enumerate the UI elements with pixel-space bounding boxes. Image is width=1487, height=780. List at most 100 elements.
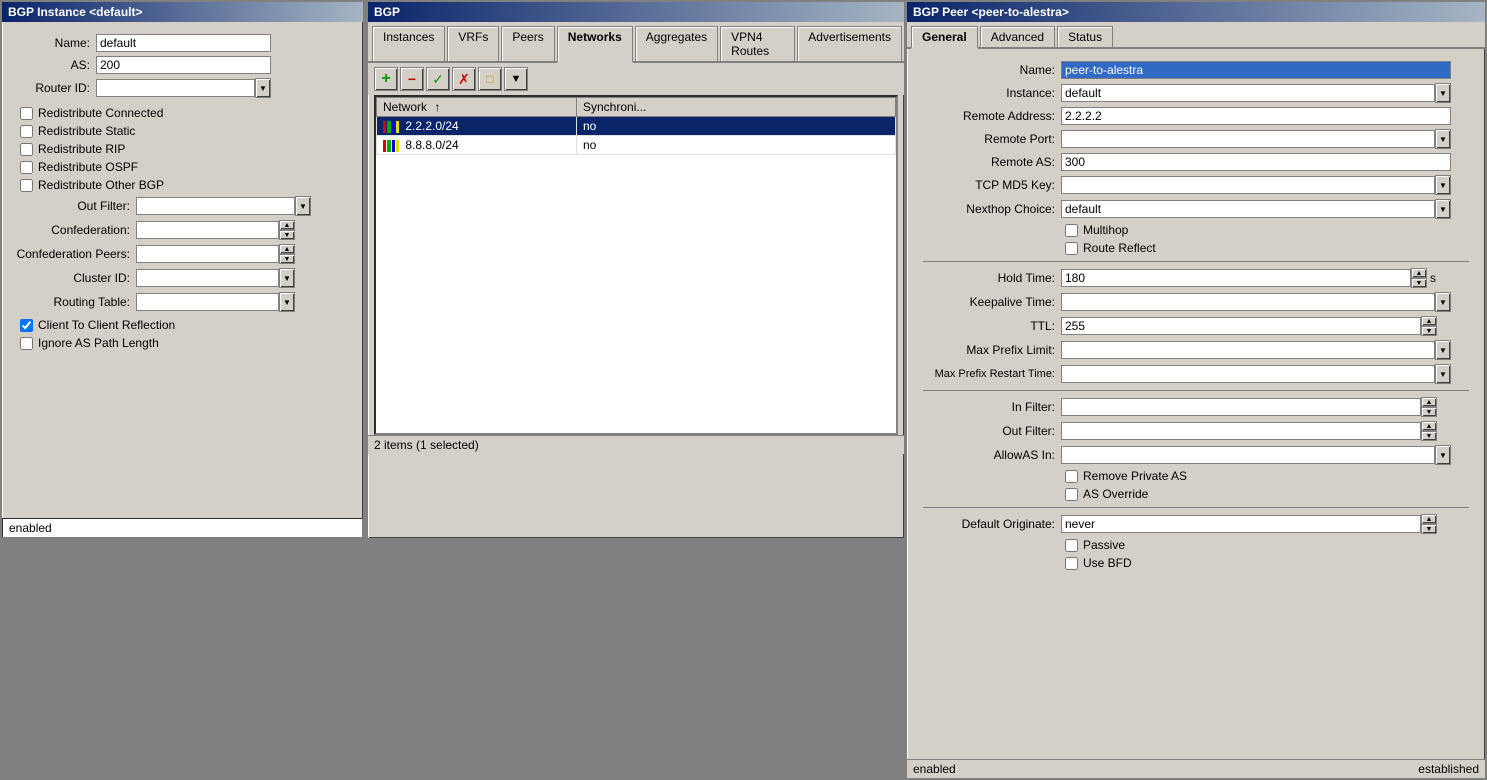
redistribute-rip-checkbox[interactable] xyxy=(20,143,33,156)
tab-instances[interactable]: Instances xyxy=(372,26,445,61)
remote-port-input[interactable] xyxy=(1061,130,1435,148)
client-reflection-checkbox[interactable] xyxy=(20,319,33,332)
router-id-input[interactable] xyxy=(96,79,255,97)
confederation-input[interactable] xyxy=(136,221,279,239)
table-row[interactable]: 8.8.8.0/24 no xyxy=(377,136,896,155)
nexthop-choice-dropdown[interactable]: ▼ xyxy=(1435,199,1451,219)
tab-peers[interactable]: Peers xyxy=(501,26,554,61)
out-filter-dropdown[interactable]: ▼ xyxy=(295,196,311,216)
default-originate-spin-down[interactable]: ▼ xyxy=(1421,524,1437,534)
hold-time-spin-up[interactable]: ▲ xyxy=(1411,268,1427,278)
ignore-as-path-checkbox[interactable] xyxy=(20,337,33,350)
redistribute-connected-checkbox[interactable] xyxy=(20,107,33,120)
routing-table-input[interactable] xyxy=(136,293,279,311)
max-prefix-input[interactable] xyxy=(1061,341,1435,359)
peer-name-input[interactable] xyxy=(1061,61,1451,79)
keepalive-input[interactable] xyxy=(1061,293,1435,311)
hold-time-input[interactable] xyxy=(1061,269,1411,287)
routing-table-label: Routing Table: xyxy=(10,295,130,309)
hold-time-spin-down[interactable]: ▼ xyxy=(1411,278,1427,288)
tab-vrfs[interactable]: VRFs xyxy=(447,26,499,61)
col-sync[interactable]: Synchroni... xyxy=(577,98,896,117)
redistribute-bgp-checkbox[interactable] xyxy=(20,179,33,192)
hold-time-unit: s xyxy=(1430,271,1436,285)
peer-out-filter-spin-down[interactable]: ▼ xyxy=(1421,431,1437,441)
route-reflect-checkbox[interactable] xyxy=(1065,242,1078,255)
cancel-button[interactable]: ✗ xyxy=(452,67,476,91)
tcp-md5-input[interactable] xyxy=(1061,176,1435,194)
redistribute-ospf-checkbox[interactable] xyxy=(20,161,33,174)
router-id-dropdown[interactable]: ▼ xyxy=(255,78,271,98)
use-bfd-checkbox[interactable] xyxy=(1065,557,1078,570)
apply-button[interactable]: ✓ xyxy=(426,67,450,91)
redistribute-ospf-row: Redistribute OSPF xyxy=(20,160,355,174)
nexthop-choice-input[interactable] xyxy=(1061,200,1435,218)
peer-out-filter-spin-up[interactable]: ▲ xyxy=(1421,421,1437,431)
tcp-md5-dropdown[interactable]: ▼ xyxy=(1435,175,1451,195)
confederation-peers-spin-down[interactable]: ▼ xyxy=(279,254,295,264)
allowas-in-input[interactable] xyxy=(1061,446,1435,464)
sync-value-1: no xyxy=(577,117,896,136)
passive-checkbox[interactable] xyxy=(1065,539,1078,552)
remote-as-input[interactable] xyxy=(1061,153,1451,171)
redistribute-static-label: Redistribute Static xyxy=(38,124,135,138)
confederation-peers-input[interactable] xyxy=(136,245,279,263)
cluster-id-dropdown[interactable]: ▼ xyxy=(279,268,295,288)
bgp-instance-panel: BGP Instance <default> Name: AS: Router … xyxy=(0,0,365,540)
ttl-spin-up[interactable]: ▲ xyxy=(1421,316,1437,326)
as-input[interactable] xyxy=(96,56,271,74)
col-network[interactable]: Network ↑ xyxy=(377,98,577,117)
tab-status[interactable]: Status xyxy=(1057,26,1113,47)
remove-button[interactable]: − xyxy=(400,67,424,91)
default-originate-input[interactable] xyxy=(1061,515,1421,533)
in-filter-spin-up[interactable]: ▲ xyxy=(1421,397,1437,407)
as-override-checkbox[interactable] xyxy=(1065,488,1078,501)
ttl-spin-down[interactable]: ▼ xyxy=(1421,326,1437,336)
route-reflect-label: Route Reflect xyxy=(1083,241,1156,255)
tab-general[interactable]: General xyxy=(911,26,978,49)
name-input[interactable] xyxy=(96,34,271,52)
confederation-peers-spin-up[interactable]: ▲ xyxy=(279,244,295,254)
max-prefix-restart-dropdown[interactable]: ▼ xyxy=(1435,364,1451,384)
instance-dropdown[interactable]: ▼ xyxy=(1435,83,1451,103)
tab-aggregates[interactable]: Aggregates xyxy=(635,26,718,61)
redistribute-bgp-label: Redistribute Other BGP xyxy=(38,178,164,192)
in-filter-input[interactable] xyxy=(1061,398,1421,416)
redistribute-static-checkbox[interactable] xyxy=(20,125,33,138)
networks-table: Network ↑ Synchroni... xyxy=(376,97,896,155)
network-icon-1 xyxy=(383,121,399,133)
as-override-label: AS Override xyxy=(1083,487,1148,501)
confederation-label: Confederation: xyxy=(10,223,130,237)
max-prefix-dropdown[interactable]: ▼ xyxy=(1435,340,1451,360)
copy-button[interactable]: □ xyxy=(478,67,502,91)
tab-advertisements[interactable]: Advertisements xyxy=(797,26,902,61)
ttl-label: TTL: xyxy=(915,319,1055,333)
routing-table-dropdown[interactable]: ▼ xyxy=(279,292,295,312)
tab-vpn4-routes[interactable]: VPN4 Routes xyxy=(720,26,795,61)
redistribute-static-row: Redistribute Static xyxy=(20,124,355,138)
peer-out-filter-input[interactable] xyxy=(1061,422,1421,440)
multihop-row: Multihop xyxy=(1065,223,1477,237)
add-button[interactable]: + xyxy=(374,67,398,91)
max-prefix-restart-input[interactable] xyxy=(1061,365,1435,383)
allowas-in-dropdown[interactable]: ▼ xyxy=(1435,445,1451,465)
passive-label: Passive xyxy=(1083,538,1125,552)
keepalive-dropdown[interactable]: ▼ xyxy=(1435,292,1451,312)
remove-private-as-checkbox[interactable] xyxy=(1065,470,1078,483)
confederation-spin-up[interactable]: ▲ xyxy=(279,220,295,230)
tab-advanced[interactable]: Advanced xyxy=(980,26,1055,47)
remote-port-dropdown[interactable]: ▼ xyxy=(1435,129,1451,149)
nexthop-choice-label: Nexthop Choice: xyxy=(915,202,1055,216)
confederation-spin-down[interactable]: ▼ xyxy=(279,230,295,240)
instance-input[interactable] xyxy=(1061,84,1435,102)
ttl-input[interactable] xyxy=(1061,317,1421,335)
multihop-checkbox[interactable] xyxy=(1065,224,1078,237)
in-filter-spin-down[interactable]: ▼ xyxy=(1421,407,1437,417)
default-originate-spin-up[interactable]: ▲ xyxy=(1421,514,1437,524)
remote-address-input[interactable] xyxy=(1061,107,1451,125)
filter-button[interactable]: ▼ xyxy=(504,67,528,91)
tab-networks[interactable]: Networks xyxy=(557,26,633,63)
table-row[interactable]: 2.2.2.0/24 no xyxy=(377,117,896,136)
out-filter-input[interactable] xyxy=(136,197,295,215)
cluster-id-input[interactable] xyxy=(136,269,279,287)
